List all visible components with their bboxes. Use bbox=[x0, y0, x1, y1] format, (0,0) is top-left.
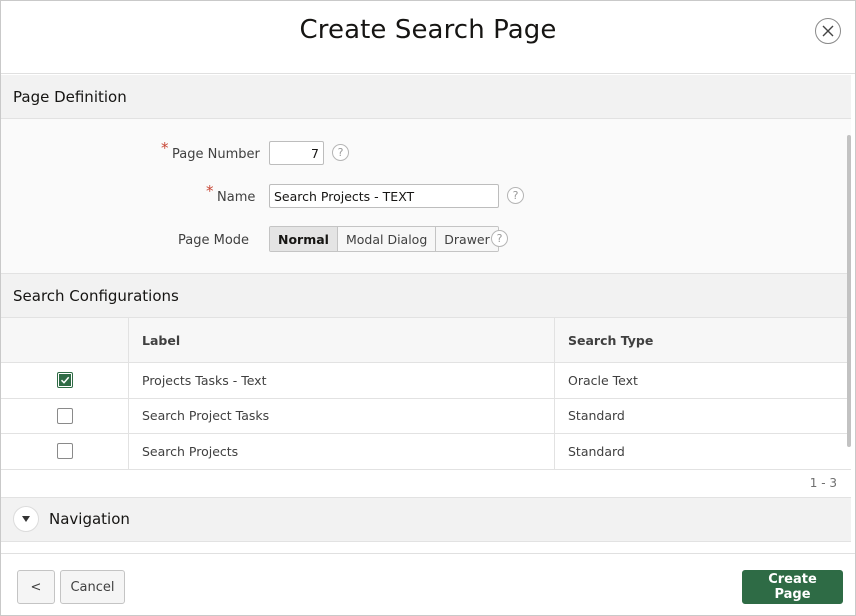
table-row: Search Projects Standard bbox=[1, 434, 851, 470]
create-search-page-dialog: Create Search Page Page Definition * Pag… bbox=[0, 0, 856, 616]
page-mode-label: Page Mode bbox=[178, 233, 250, 248]
collapse-toggle-button[interactable] bbox=[13, 506, 39, 532]
row-search-type: Standard bbox=[568, 408, 625, 424]
search-configurations-header: Search Configurations bbox=[1, 274, 851, 318]
required-asterisk: * bbox=[206, 182, 214, 200]
dialog-footer: < Cancel Create Page bbox=[1, 553, 855, 615]
required-asterisk: * bbox=[161, 139, 169, 157]
chevron-left-icon: < bbox=[30, 579, 42, 595]
name-label: Name bbox=[217, 190, 256, 205]
page-mode-modal-dialog[interactable]: Modal Dialog bbox=[337, 227, 437, 251]
dialog-title: Create Search Page bbox=[299, 15, 557, 45]
row-label: Search Project Tasks bbox=[129, 398, 555, 433]
table-row: Search Project Tasks Standard bbox=[1, 398, 851, 434]
row-checkbox[interactable] bbox=[56, 372, 73, 389]
cancel-button[interactable]: Cancel bbox=[60, 570, 125, 604]
row-checkbox[interactable] bbox=[56, 443, 73, 460]
back-button[interactable]: < bbox=[17, 570, 55, 604]
pagination-info: 1 - 3 bbox=[1, 470, 851, 498]
dialog-header: Create Search Page bbox=[1, 1, 855, 74]
help-icon[interactable]: ? bbox=[332, 144, 349, 161]
row-label: Projects Tasks - Text bbox=[129, 363, 555, 398]
close-icon bbox=[822, 25, 834, 37]
create-page-button[interactable]: Create Page bbox=[742, 570, 843, 604]
row-checkbox[interactable] bbox=[56, 407, 73, 424]
dialog-body: Page Definition * Page Number ? * Name ?… bbox=[1, 75, 851, 553]
search-type-column-header[interactable]: Search Type bbox=[555, 318, 851, 362]
close-button[interactable] bbox=[815, 18, 841, 44]
checkmark-icon bbox=[60, 377, 69, 385]
row-label: Search Projects bbox=[129, 434, 555, 469]
page-mode-radio-group: Normal Modal Dialog Drawer bbox=[269, 226, 499, 252]
triangle-down-icon bbox=[22, 516, 30, 522]
page-number-input[interactable] bbox=[269, 141, 324, 165]
navigation-title: Navigation bbox=[49, 510, 130, 528]
page-definition-form: * Page Number ? * Name ? Page Mode Norma… bbox=[1, 119, 851, 274]
row-search-type: Oracle Text bbox=[568, 372, 638, 388]
label-column-header[interactable]: Label bbox=[129, 318, 555, 362]
help-icon[interactable]: ? bbox=[507, 187, 524, 204]
name-input[interactable] bbox=[269, 184, 499, 208]
search-configurations-title: Search Configurations bbox=[13, 286, 179, 305]
select-column-header bbox=[1, 318, 129, 362]
row-select-cell bbox=[1, 363, 129, 398]
grid-header-row: Label Search Type bbox=[1, 318, 851, 363]
search-configurations-grid: Label Search Type Projects Tasks - Text … bbox=[1, 318, 851, 498]
page-mode-normal[interactable]: Normal bbox=[270, 227, 338, 251]
scrollbar[interactable] bbox=[847, 135, 851, 447]
row-search-type: Standard bbox=[568, 443, 625, 459]
page-definition-title: Page Definition bbox=[13, 87, 127, 106]
help-icon[interactable]: ? bbox=[491, 230, 508, 247]
navigation-header[interactable]: Navigation bbox=[1, 497, 851, 542]
row-select-cell bbox=[1, 398, 129, 433]
row-select-cell bbox=[1, 434, 129, 469]
page-number-label: Page Number bbox=[172, 147, 260, 162]
page-mode-drawer[interactable]: Drawer bbox=[436, 227, 498, 251]
table-row: Projects Tasks - Text Oracle Text bbox=[1, 363, 851, 399]
page-definition-header: Page Definition bbox=[1, 75, 851, 119]
